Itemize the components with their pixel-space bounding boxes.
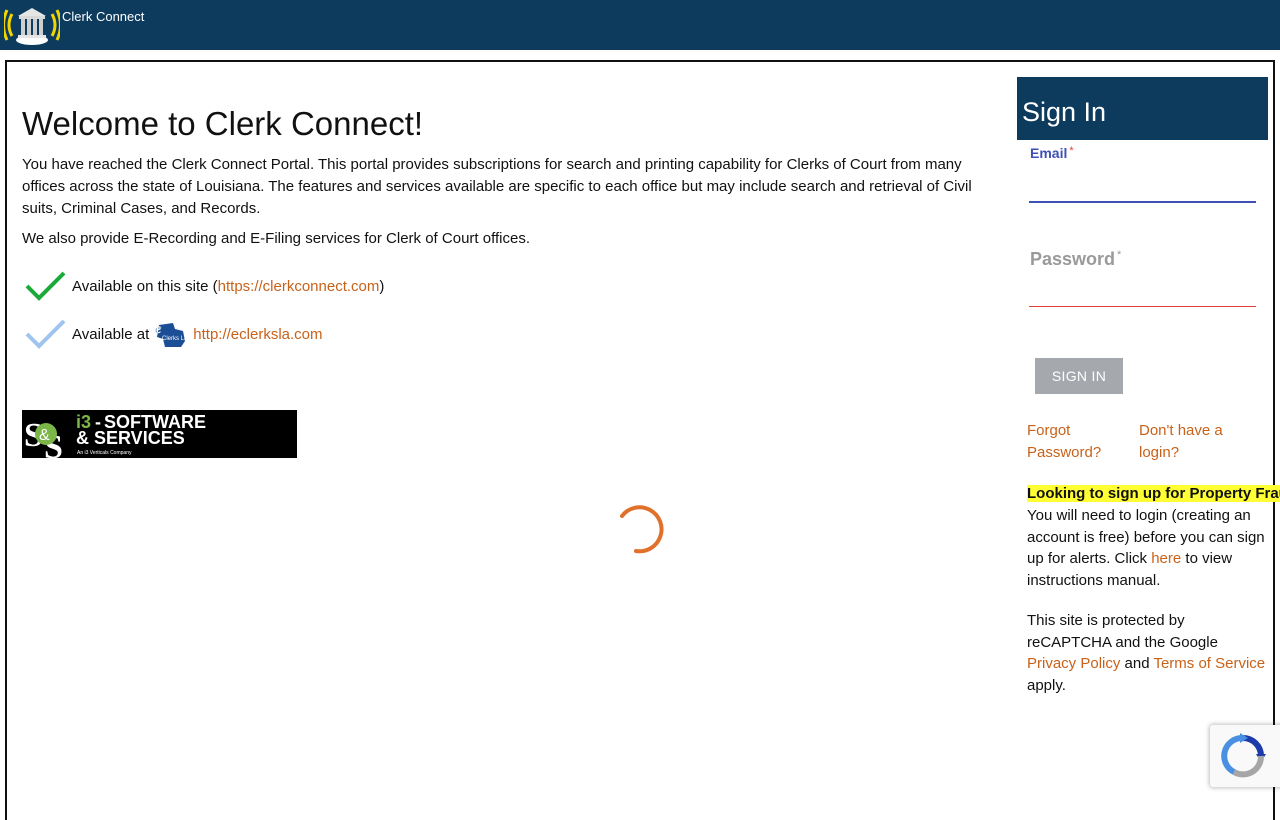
light-blue-check-icon xyxy=(25,319,66,349)
required-mark: * xyxy=(1117,249,1122,261)
forgot-password-link[interactable]: Forgot Password? xyxy=(1027,420,1127,464)
signin-title: Sign In xyxy=(1022,97,1107,127)
recaptcha-notice: This site is protected by reCAPTCHA and … xyxy=(1027,612,1266,694)
signin-header: Sign In xyxy=(1017,77,1268,140)
privacy-policy-link[interactable]: Privacy Policy xyxy=(1027,655,1120,672)
email-field[interactable] xyxy=(1029,177,1256,203)
email-label: Email * xyxy=(1030,145,1074,161)
legend-available-here: Available on this site ( https://clerkco… xyxy=(22,268,384,304)
page-title: Welcome to Clerk Connect! xyxy=(22,105,424,142)
password-label: Password * xyxy=(1030,249,1122,269)
legend-suffix: ) xyxy=(379,277,385,295)
eclerksla-link[interactable]: http://eclerksla.com xyxy=(193,326,322,343)
svg-text:&: & xyxy=(39,427,50,444)
alert-highlight-text: Looking to sign up for Property Fraud Al… xyxy=(1027,485,1280,502)
legend-label: Available on this site ( xyxy=(72,277,218,295)
app-title[interactable]: Clerk Connect xyxy=(62,9,144,24)
courthouse-signal-icon[interactable] xyxy=(4,4,60,46)
svg-text:An i3 Verticals Company: An i3 Verticals Company xyxy=(77,450,132,456)
services-text: We also provide E-Recording and E-Filing… xyxy=(22,230,530,247)
loading-spinner-icon xyxy=(620,505,664,554)
required-mark: * xyxy=(1069,145,1074,157)
recaptcha-icon xyxy=(1221,733,1266,778)
eclerks-la-logo: e Clerks LA xyxy=(155,322,188,347)
instructions-here-link[interactable]: here xyxy=(1151,550,1181,567)
recaptcha-badge[interactable] xyxy=(1210,725,1280,787)
legend-label: Available at xyxy=(72,325,150,343)
top-navbar: Clerk Connect xyxy=(0,0,1280,50)
register-link[interactable]: Don't have a login? xyxy=(1139,420,1239,464)
intro-text: You have reached the Clerk Connect Porta… xyxy=(22,156,972,217)
svg-text:Clerks LA: Clerks LA xyxy=(162,336,188,342)
property-fraud-alert-banner: Looking to sign up for Property Fraud Al… xyxy=(1027,484,1280,504)
legend-available-eclerks: Available at e Clerks LA http://eclerksl… xyxy=(22,316,323,352)
svg-text:& SERVICES: & SERVICES xyxy=(76,428,185,448)
clerkconnect-link[interactable]: https://clerkconnect.com xyxy=(218,278,380,295)
svg-text:e: e xyxy=(155,322,161,337)
alerts-instructions: You will need to login (creating an acco… xyxy=(1027,507,1265,589)
password-field[interactable] xyxy=(1029,281,1256,307)
sign-in-button[interactable]: SIGN IN xyxy=(1035,358,1123,394)
terms-of-service-link[interactable]: Terms of Service xyxy=(1153,655,1265,672)
i3-software-services-logo: S S & i3 - SOFTWARE & SERVICES An i3 Ver… xyxy=(22,410,297,458)
green-check-icon xyxy=(25,271,66,301)
